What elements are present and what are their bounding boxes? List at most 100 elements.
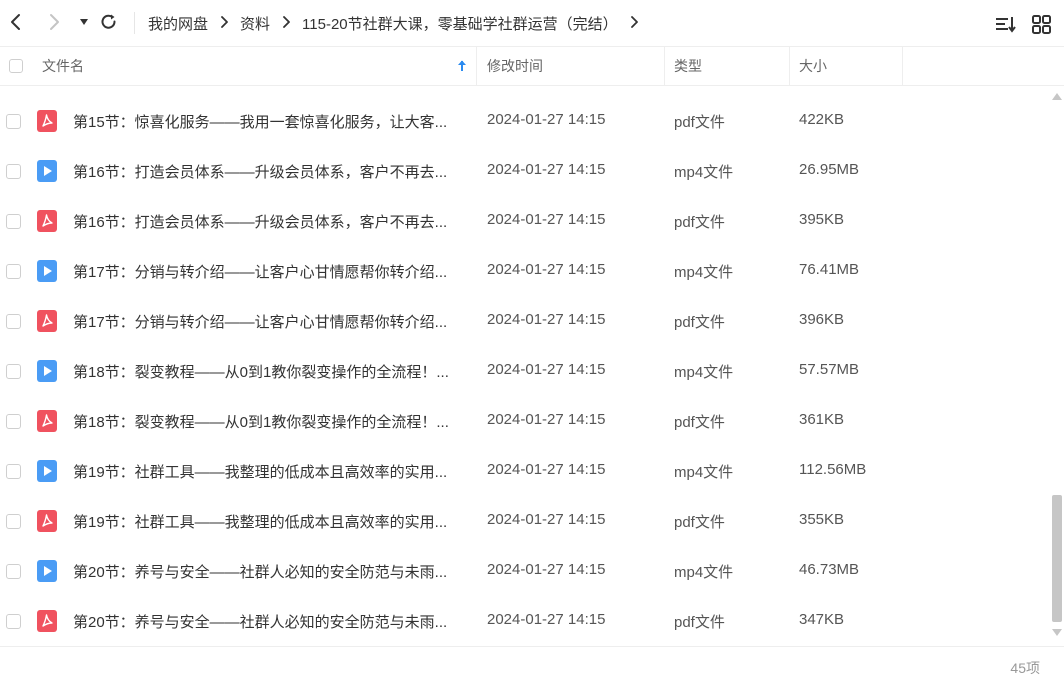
column-divider (789, 47, 790, 85)
breadcrumb: 我的网盘 资料 115-20节社群大课，零基础学社群运营（完结） (148, 12, 650, 34)
file-size: 46.73MB (799, 561, 860, 578)
row-checkbox[interactable] (6, 164, 21, 179)
pdf-icon (37, 210, 57, 232)
breadcrumb-item-current-folder[interactable]: 115-20节社群大课，零基础学社群运营（完结） (302, 13, 618, 34)
file-modified-time: 2024-01-27 14:15 (487, 561, 606, 578)
column-header: 文件名 修改时间 类型 大小 (0, 46, 1064, 86)
row-checkbox[interactable] (6, 414, 21, 429)
file-row[interactable]: 第18节：裂变教程——从0到1教你裂变操作的全流程！... 2024-01-27 … (0, 396, 1048, 446)
row-checkbox[interactable] (6, 314, 21, 329)
file-name[interactable]: 第18节：裂变教程——从0到1教你裂变操作的全流程！... (73, 361, 458, 382)
file-row[interactable]: 第17节：分销与转介绍——让客户心甘情愿帮你转介绍... 2024-01-27 1… (0, 296, 1048, 346)
breadcrumb-item-materials[interactable]: 资料 (240, 13, 270, 34)
row-checkbox[interactable] (6, 514, 21, 529)
column-name-header[interactable]: 文件名 (42, 47, 472, 85)
file-modified-time: 2024-01-27 14:15 (487, 461, 606, 478)
file-name[interactable]: 第19节：社群工具——我整理的低成本且高效率的实用... (73, 511, 458, 532)
file-row[interactable]: 第20节：养号与安全——社群人必知的安全防范与未雨... 2024-01-27 1… (0, 546, 1048, 596)
column-size-label: 大小 (799, 58, 827, 74)
sort-ascending-icon[interactable] (456, 47, 468, 85)
file-name[interactable]: 第16节：打造会员体系——升级会员体系，客户不再去... (73, 161, 458, 182)
file-modified-time: 2024-01-27 14:15 (487, 361, 606, 378)
file-modified-time: 2024-01-27 14:15 (487, 111, 606, 128)
file-modified-time: 2024-01-27 14:15 (487, 311, 606, 328)
scroll-down-arrow-icon[interactable] (1051, 628, 1063, 638)
column-time-header[interactable]: 修改时间 (487, 47, 543, 85)
file-row[interactable]: 第16节：打造会员体系——升级会员体系，客户不再去... 2024-01-27 1… (0, 196, 1048, 246)
file-modified-time: 2024-01-27 14:15 (487, 411, 606, 428)
file-modified-time: 2024-01-27 14:15 (487, 211, 606, 228)
item-count: 45项 (1010, 660, 1040, 676)
file-size: 396KB (799, 311, 845, 328)
row-checkbox[interactable] (6, 364, 21, 379)
video-icon (37, 260, 57, 282)
chevron-right-icon (220, 15, 230, 32)
file-type: pdf文件 (674, 214, 725, 231)
file-row[interactable]: 第18节：裂变教程——从0到1教你裂变操作的全流程！... 2024-01-27 … (0, 346, 1048, 396)
forward-button[interactable] (42, 10, 66, 34)
file-type: pdf文件 (674, 314, 725, 331)
file-name[interactable]: 第16节：打造会员体系——升级会员体系，客户不再去... (73, 211, 458, 232)
file-row[interactable]: 第19节：社群工具——我整理的低成本且高效率的实用... 2024-01-27 1… (0, 496, 1048, 546)
column-divider (476, 47, 477, 85)
row-checkbox[interactable] (6, 264, 21, 279)
file-name[interactable]: 第17节：分销与转介绍——让客户心甘情愿帮你转介绍... (73, 311, 458, 332)
pdf-icon (37, 410, 57, 432)
column-divider (902, 47, 903, 85)
file-row[interactable]: 第20节：养号与安全——社群人必知的安全防范与未雨... 2024-01-27 1… (0, 596, 1048, 646)
row-checkbox[interactable] (6, 214, 21, 229)
file-size: 422KB (799, 111, 845, 128)
breadcrumb-item-my-drive[interactable]: 我的网盘 (148, 13, 208, 34)
file-modified-time: 2024-01-27 14:15 (487, 261, 606, 278)
row-checkbox[interactable] (6, 564, 21, 579)
history-dropdown-button[interactable] (72, 10, 96, 34)
breadcrumb-more-chevron-icon[interactable] (630, 15, 640, 32)
file-size: 26.95MB (799, 161, 860, 178)
caret-down-icon (80, 19, 88, 25)
file-row[interactable]: 第16节：打造会员体系——升级会员体系，客户不再去... 2024-01-27 1… (0, 146, 1048, 196)
row-checkbox[interactable] (6, 614, 21, 629)
row-checkbox[interactable] (6, 464, 21, 479)
file-modified-time: 2024-01-27 14:15 (487, 511, 606, 528)
file-row[interactable]: 第15节：惊喜化服务——我用一套惊喜化服务，让大客... 2024-01-27 1… (0, 96, 1048, 146)
file-size: 355KB (799, 511, 845, 528)
file-name[interactable]: 第17节：分销与转介绍——让客户心甘情愿帮你转介绍... (73, 261, 458, 282)
file-type: pdf文件 (674, 514, 725, 531)
file-type: mp4文件 (674, 164, 734, 181)
file-name[interactable]: 第18节：裂变教程——从0到1教你裂变操作的全流程！... (73, 411, 458, 432)
file-name[interactable]: 第19节：社群工具——我整理的低成本且高效率的实用... (73, 461, 458, 482)
grid-view-button[interactable] (1030, 12, 1054, 36)
pdf-icon (37, 510, 57, 532)
status-bar: 45项 (0, 646, 1064, 676)
file-size: 395KB (799, 211, 845, 228)
file-name[interactable]: 第20节：养号与安全——社群人必知的安全防范与未雨... (73, 561, 458, 582)
file-size: 57.57MB (799, 361, 860, 378)
scrollbar-thumb[interactable] (1052, 495, 1062, 622)
file-size: 112.56MB (799, 461, 867, 478)
file-row[interactable]: 第19节：社群工具——我整理的低成本且高效率的实用... 2024-01-27 1… (0, 446, 1048, 496)
toolbar: 我的网盘 资料 115-20节社群大课，零基础学社群运营（完结） (0, 0, 1064, 46)
file-modified-time: 2024-01-27 14:15 (487, 161, 606, 178)
file-name[interactable]: 第20节：养号与安全——社群人必知的安全防范与未雨... (73, 611, 458, 632)
grid-icon (1032, 15, 1051, 34)
back-button[interactable] (4, 10, 28, 34)
column-type-header[interactable]: 类型 (674, 47, 702, 85)
refresh-icon (101, 14, 116, 29)
pdf-icon (37, 110, 57, 132)
file-type: pdf文件 (674, 114, 725, 131)
column-size-header[interactable]: 大小 (799, 47, 827, 85)
row-checkbox[interactable] (6, 114, 21, 129)
video-icon (37, 360, 57, 382)
column-time-label: 修改时间 (487, 58, 543, 74)
file-name[interactable]: 第15节：惊喜化服务——我用一套惊喜化服务，让大客... (73, 111, 458, 132)
scroll-up-arrow-icon[interactable] (1051, 91, 1063, 101)
refresh-button[interactable] (97, 10, 121, 34)
chevron-right-icon (50, 14, 59, 30)
video-icon (37, 560, 57, 582)
file-size: 76.41MB (799, 261, 860, 278)
file-type: mp4文件 (674, 364, 734, 381)
sort-button[interactable] (994, 12, 1018, 36)
file-row[interactable]: 第17节：分销与转介绍——让客户心甘情愿帮你转介绍... 2024-01-27 1… (0, 246, 1048, 296)
select-all-checkbox[interactable] (9, 47, 23, 85)
sort-list-icon (996, 17, 1016, 33)
